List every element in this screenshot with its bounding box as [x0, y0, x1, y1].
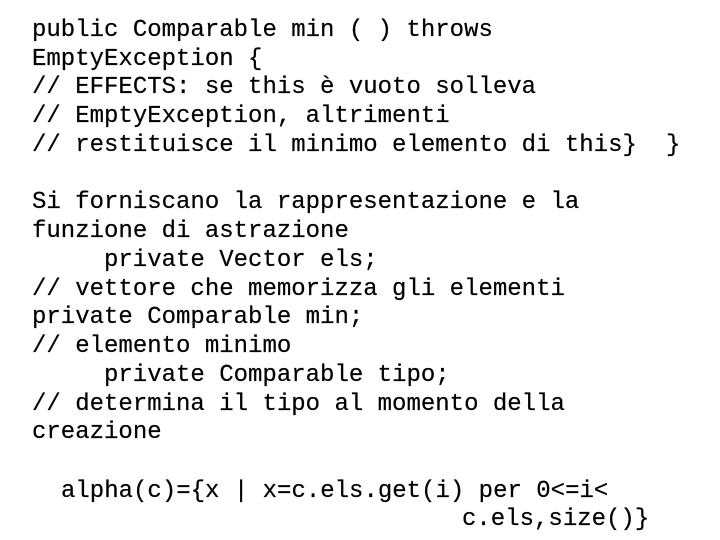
effects-comment-end: // restituisce il minimo elemento di thi…: [32, 132, 637, 159]
question-line: Si forniscano la rappresentazione e la: [32, 189, 580, 216]
abstraction-function-line-cont: c.els,size()}: [462, 506, 650, 533]
closing-brace: }: [666, 132, 681, 159]
field-els-comment: // vettore che memorizza gli elementi: [32, 276, 565, 303]
field-tipo: private Comparable tipo;: [104, 362, 450, 389]
field-min-comment: // elemento minimo: [32, 333, 292, 360]
effects-comment: // EFFECTS: se this è vuoto solleva: [32, 74, 537, 101]
abstraction-function-line: alpha(c)={x | x=c.els.get(i) per 0<=i<: [61, 478, 609, 505]
field-els: private Vector els;: [104, 247, 378, 274]
effects-comment-cont: // EmptyException, altrimenti: [32, 103, 450, 130]
field-min: private Comparable min;: [32, 304, 364, 331]
question-line: funzione di astrazione: [32, 218, 349, 245]
method-signature-throws: EmptyException {: [32, 46, 263, 73]
field-tipo-comment: // determina il tipo al momento della: [32, 391, 565, 418]
field-tipo-comment-cont: creazione: [32, 419, 162, 446]
method-signature: public Comparable min ( ) throws: [32, 17, 493, 44]
